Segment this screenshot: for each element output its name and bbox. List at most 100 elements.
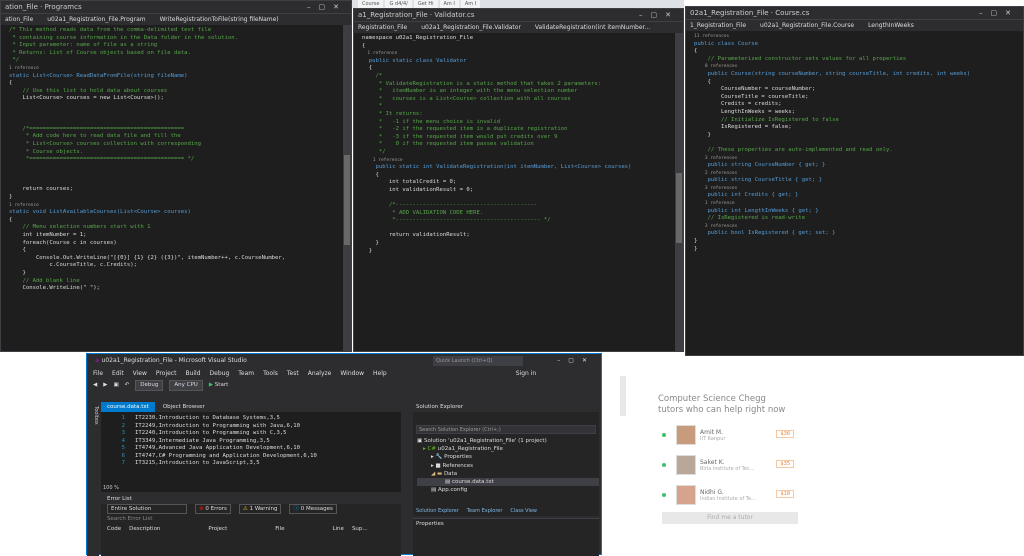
code-line[interactable]: { (694, 79, 1023, 87)
code-line[interactable]: 1 reference (694, 200, 1023, 208)
browser-tab[interactable]: Get Hi (413, 0, 438, 8)
code-line[interactable]: * 0 if the requested item passes validat… (362, 141, 683, 149)
code-line[interactable]: /*--------------------------------------… (362, 202, 683, 210)
code-line[interactable]: { (9, 80, 351, 88)
configuration-dropdown[interactable]: Debug (135, 380, 164, 391)
tab-team-explorer[interactable]: Team Explorer (467, 507, 503, 516)
code-line[interactable]: public string CourseNumber { get; } (694, 162, 1023, 170)
errors-filter[interactable]: ⊗ 0 Errors (195, 504, 231, 514)
window-controls[interactable]: –▢✕ (557, 354, 595, 368)
text-editor[interactable]: course.data.txt Object Browser 1 IT2230,I… (101, 402, 401, 492)
solution-search-input[interactable]: Search Solution Explorer (Ctrl+;) (416, 425, 596, 434)
code-line[interactable]: * ValidateRegistration is a static metho… (362, 81, 683, 89)
col-suppression[interactable]: Sup... (352, 524, 368, 534)
code-line[interactable]: // IsRegistered is read-write (694, 215, 1023, 223)
code-line[interactable]: 1 reference (362, 50, 683, 58)
code-line[interactable] (9, 103, 351, 111)
col-file[interactable]: File (275, 524, 284, 534)
tab-class-view[interactable]: Class View (510, 507, 537, 516)
code-line[interactable]: } (362, 248, 683, 256)
tutor-card[interactable]: Amit M. IIT Kanpur $36 (662, 424, 808, 446)
code-line[interactable]: List<Course> courses = new List<Course>(… (9, 95, 351, 103)
code-line[interactable]: // Add blank line (9, 278, 351, 286)
code-line[interactable]: public static int ValidateRegistration(i… (362, 164, 683, 172)
code-line[interactable]: c.CourseTitle, c.Credits); (9, 262, 351, 270)
nav-class[interactable]: u02a1_Registration_File.Program (47, 14, 145, 25)
menu-project[interactable]: Project (156, 368, 177, 379)
code-line[interactable]: { (362, 43, 683, 51)
nav-member[interactable]: LengthInWeeks (868, 20, 914, 31)
window-controls[interactable]: –▢✕ (307, 1, 347, 13)
code-line[interactable]: static void ListAvailableCourses(List<Co… (9, 209, 351, 217)
code-line[interactable]: * (362, 103, 683, 111)
back-icon[interactable]: ◀ (93, 379, 97, 392)
code-editor[interactable]: /* This method reads data from the comma… (1, 25, 351, 293)
browser-tab[interactable]: G d4/4/ (385, 0, 412, 8)
code-line[interactable]: 1 reference (9, 202, 351, 210)
code-line[interactable]: * Returns: List of Course objects based … (9, 50, 351, 58)
menu-team[interactable]: Team (238, 368, 254, 379)
code-line[interactable]: /*======================================… (9, 126, 351, 134)
code-line[interactable]: * It returns: (362, 111, 683, 119)
save-icon[interactable]: ▣ (113, 379, 118, 392)
code-line[interactable]: Console.WriteLine(" "); (9, 285, 351, 293)
menu-build[interactable]: Build (185, 368, 200, 379)
undo-icon[interactable]: ↶ (125, 379, 130, 392)
tutor-card[interactable]: Saket K. Birla Institute of Tec... $35 (662, 454, 808, 476)
code-line[interactable]: /* This method reads data from the comma… (9, 27, 351, 35)
menu-help[interactable]: Help (373, 368, 387, 379)
code-line[interactable]: IsRegistered = false; (694, 124, 1023, 132)
code-line[interactable]: public string CourseTitle { get; } (694, 177, 1023, 185)
messages-filter[interactable]: ⓘ 0 Messages (289, 504, 337, 514)
tutor-price[interactable]: $36 (776, 430, 794, 438)
code-line[interactable]: * containing course information in the D… (9, 35, 351, 43)
code-line[interactable] (9, 111, 351, 119)
code-line[interactable]: *---------------------------------------… (362, 217, 683, 225)
tree-app-config[interactable]: ▤ App.config (417, 486, 599, 494)
code-line[interactable]: * courses is a List<Course> collection w… (362, 96, 683, 104)
browser-tab[interactable]: Am I (439, 0, 459, 8)
code-line[interactable] (694, 139, 1023, 147)
code-line[interactable]: Console.Out.WriteLine("[{0}] {1} {2} ({3… (9, 255, 351, 263)
nav-member[interactable]: WriteRegistrationToFile(string fileName) (160, 14, 279, 25)
search-error-list[interactable]: Search Error List (101, 514, 401, 524)
menu-test[interactable]: Test (287, 368, 299, 379)
tree-properties[interactable]: ▸ 🔧 Properties (417, 453, 599, 461)
code-line[interactable]: namespace u02a1_Registration_File (362, 35, 683, 43)
code-line[interactable]: Credits = credits; (694, 101, 1023, 109)
scope-dropdown[interactable]: Entire Solution (107, 504, 187, 514)
zoom-level[interactable]: 100 % (103, 485, 119, 491)
code-line[interactable]: * -3 if the requested item would put cre… (362, 134, 683, 142)
code-line[interactable]: 2 references (694, 170, 1023, 178)
code-line[interactable]: int validationResult = 0; (362, 187, 683, 195)
code-line[interactable]: * -1 if the menu choice is invalid (362, 119, 683, 127)
code-line[interactable]: } (362, 240, 683, 248)
code-line[interactable]: *=======================================… (9, 156, 351, 164)
data-line[interactable]: 5 IT4749,Advanced Java Application Develo… (105, 445, 401, 453)
code-line[interactable]: * Add code here to read data file and fi… (9, 133, 351, 141)
menu-edit[interactable]: Edit (112, 368, 124, 379)
nav-project[interactable]: ation_File (5, 14, 33, 25)
code-line[interactable]: */ (362, 149, 683, 157)
tutor-price[interactable]: $35 (776, 460, 794, 468)
code-line[interactable]: public static class Validator (362, 58, 683, 66)
code-line[interactable]: * ADD VALIDATION CODE HERE. (362, 210, 683, 218)
code-line[interactable]: foreach(Course c in courses) (9, 240, 351, 248)
code-line[interactable]: { (694, 48, 1023, 56)
code-line[interactable]: * -2 if the requested item is a duplicat… (362, 126, 683, 134)
file-lines[interactable]: 1 IT2230,Introduction to Database Systems… (101, 412, 401, 468)
browser-tab[interactable]: Am I (460, 0, 481, 8)
menu-analyze[interactable]: Analyze (308, 368, 332, 379)
code-line[interactable]: */ (9, 57, 351, 65)
code-editor[interactable]: namespace u02a1_Registration_File{ 1 ref… (354, 33, 683, 255)
tab-course-data[interactable]: course.data.txt (101, 402, 155, 412)
code-line[interactable]: // Parameterized constructor sets values… (694, 56, 1023, 64)
code-line[interactable]: * Input parameter: name of file as a str… (9, 42, 351, 50)
tree-project[interactable]: ▸ C# u02a1_Registration_File (417, 445, 599, 453)
navigation-bar[interactable]: Registration_File u02a1_Registration_Fil… (354, 21, 683, 33)
code-line[interactable]: // These properties are auto-implemented… (694, 147, 1023, 155)
data-line[interactable]: 2 IT2249,Introduction to Programming with… (105, 423, 401, 431)
col-project[interactable]: Project (208, 524, 227, 534)
code-editor[interactable]: 11 references public class Course{ // Par… (686, 31, 1023, 253)
code-line[interactable]: LengthInWeeks = weeks; (694, 109, 1023, 117)
